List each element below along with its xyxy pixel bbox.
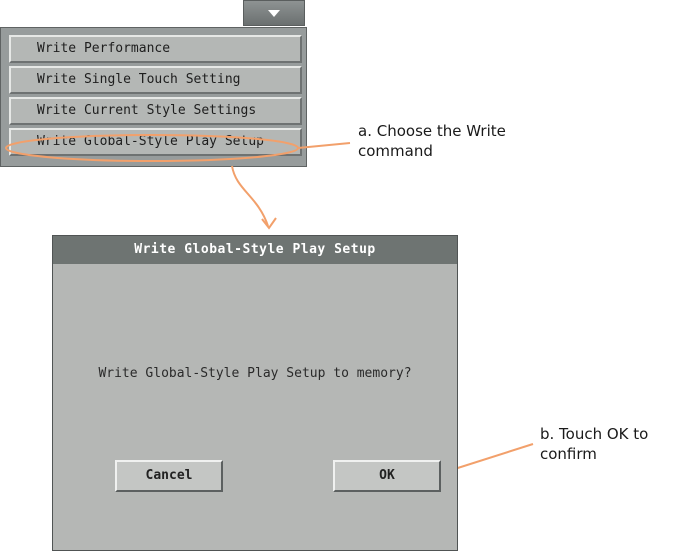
highlight-ellipse <box>5 134 299 162</box>
callout-line-a <box>297 142 351 149</box>
dialog-title: Write Global-Style Play Setup <box>53 236 457 264</box>
ok-button[interactable]: OK <box>333 460 441 492</box>
dialog-message: Write Global-Style Play Setup to memory? <box>98 366 412 381</box>
flow-arrow <box>231 165 269 227</box>
callout-step-b: b. Touch OK to confirm <box>540 424 648 464</box>
callout-step-a: a. Choose the Write command <box>358 121 506 161</box>
callout-step-a-line2: command <box>358 142 433 160</box>
cancel-button[interactable]: Cancel <box>115 460 223 492</box>
callout-step-a-line1: a. Choose the Write <box>358 122 506 140</box>
flow-arrow-head <box>261 217 277 230</box>
callout-step-b-line1: b. Touch OK to <box>540 425 649 443</box>
callout-step-b-line2: confirm <box>540 445 597 463</box>
write-confirm-dialog: Write Global-Style Play Setup Write Glob… <box>52 235 458 551</box>
